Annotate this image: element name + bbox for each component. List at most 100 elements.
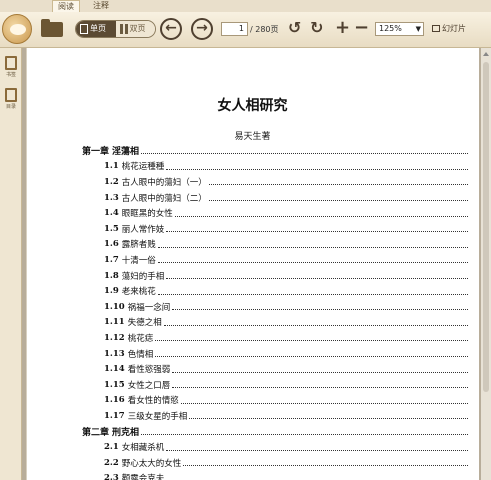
next-page-icon[interactable]: → bbox=[191, 18, 213, 40]
rotate-right-icon[interactable]: ↻ bbox=[310, 20, 323, 36]
toc-number: 1.11 bbox=[104, 317, 125, 328]
toc-section-row[interactable]: 2.2 野心太大的女性 bbox=[82, 455, 468, 471]
toc-leader-dots bbox=[174, 215, 468, 217]
sidebar-item-label: 目录 bbox=[5, 104, 16, 110]
toc-section-row[interactable]: 1.11 失德之相 bbox=[82, 315, 468, 331]
toc-number: 1.3 bbox=[104, 192, 119, 203]
toc-section-row[interactable]: 1.2 古人眼中的蕩妇（一） bbox=[82, 174, 468, 190]
toc-section-row[interactable]: 1.13 色情相 bbox=[82, 346, 468, 362]
toc-title: 古人眼中的蕩妇（一） bbox=[121, 177, 207, 188]
toc-section-row[interactable]: 1.7 十清一俗 bbox=[82, 252, 468, 268]
toc-title: 淫蕩相 bbox=[112, 147, 140, 158]
toc-leader-dots bbox=[183, 465, 468, 467]
toc-title: 桃花运種種 bbox=[121, 162, 165, 173]
double-page-icon bbox=[119, 24, 128, 34]
table-of-contents: 第一章 淫蕩相 1.1 桃花运種種 1.2 古人眼中的蕩妇（一） 1.3 古人眼中的蕩妇（二）… bbox=[82, 143, 468, 480]
chevron-down-icon: ▼ bbox=[415, 25, 421, 33]
tab-annotate[interactable]: 注释 bbox=[86, 0, 116, 12]
double-page-button[interactable]: 双页 bbox=[115, 21, 155, 37]
toc-section-row[interactable]: 1.10 祸福一念间 bbox=[82, 299, 468, 315]
toc-title: 蕩妇的手相 bbox=[121, 271, 165, 282]
zoom-value: 125% bbox=[379, 24, 402, 33]
toc-section-row[interactable]: 1.3 古人眼中的蕩妇（二） bbox=[82, 190, 468, 206]
toc-section-row[interactable]: 1.17 三级女星的手相 bbox=[82, 408, 468, 424]
toc-leader-dots bbox=[141, 153, 468, 155]
toc-section-row[interactable]: 1.8 蕩妇的手相 bbox=[82, 268, 468, 284]
toc-chapter-row[interactable]: 第一章 淫蕩相 bbox=[82, 143, 468, 159]
toc-leader-dots bbox=[208, 200, 468, 202]
toc-title: 十清一俗 bbox=[121, 255, 156, 266]
toc-section-row[interactable]: 1.5 丽人常作妓 bbox=[82, 221, 468, 237]
toc-section-row[interactable]: 1.9 老来桃花 bbox=[82, 283, 468, 299]
slideshow-label: 幻灯片 bbox=[442, 24, 466, 33]
toc-leader-dots bbox=[157, 246, 468, 248]
zoom-out-icon[interactable]: − bbox=[354, 19, 369, 37]
toc-title: 露脐者贱 bbox=[121, 240, 156, 251]
toc-leader-dots bbox=[189, 418, 468, 420]
toc-number: 第二章 bbox=[82, 427, 110, 438]
toc-title: 丽人常作妓 bbox=[121, 224, 165, 235]
zoom-in-icon[interactable]: + bbox=[335, 19, 350, 37]
toc-number: 1.1 bbox=[104, 161, 119, 172]
toc-title: 古人眼中的蕩妇（二） bbox=[121, 193, 207, 204]
toc-leader-dots bbox=[155, 356, 468, 358]
toc-leader-dots bbox=[141, 433, 468, 435]
toc-number: 1.4 bbox=[104, 208, 119, 219]
toc-section-row[interactable]: 1.12 桃花痣 bbox=[82, 330, 468, 346]
prev-page-icon[interactable]: ← bbox=[160, 18, 182, 40]
toc-section-row[interactable]: 2.1 女相藏杀机 bbox=[82, 439, 468, 455]
toc-leader-dots bbox=[166, 449, 468, 451]
toc-leader-dots bbox=[208, 184, 468, 186]
page-mode-toggle: 单页 双页 bbox=[75, 20, 156, 38]
tab-read[interactable]: 阅读 bbox=[52, 0, 80, 12]
rotate-left-icon[interactable]: ↺ bbox=[288, 20, 301, 36]
toc-number: 2.1 bbox=[104, 442, 119, 453]
toc-number: 1.8 bbox=[104, 270, 119, 281]
scroll-thumb[interactable] bbox=[483, 62, 489, 392]
sidebar-item-label: 书签 bbox=[5, 72, 16, 78]
toc-leader-dots bbox=[155, 340, 468, 342]
toc-section-row[interactable]: 1.1 桃花运種種 bbox=[82, 159, 468, 175]
toc-number: 1.14 bbox=[104, 364, 125, 375]
toc-title: 女相藏杀机 bbox=[121, 443, 165, 454]
toc-number: 第一章 bbox=[82, 147, 110, 158]
toc-section-row[interactable]: 1.4 眼眶黑的女性 bbox=[82, 205, 468, 221]
toc-leader-dots bbox=[163, 324, 468, 326]
single-page-button[interactable]: 单页 bbox=[76, 21, 116, 37]
folder-icon[interactable] bbox=[41, 19, 63, 37]
page-title: 女人相研究 bbox=[217, 98, 288, 114]
toc-number: 1.17 bbox=[104, 410, 125, 421]
toc-number: 1.6 bbox=[104, 239, 119, 250]
toc-section-row[interactable]: 1.6 露脐者贱 bbox=[82, 237, 468, 253]
toc-leader-dots bbox=[172, 309, 468, 311]
scroll-up-icon[interactable] bbox=[483, 52, 489, 56]
toc-leader-dots bbox=[172, 387, 468, 389]
toc-section-row[interactable]: 1.16 看女性的情慾 bbox=[82, 393, 468, 409]
sidebar-item-toc[interactable]: 目录 bbox=[2, 88, 20, 110]
toc-title: 桃花痣 bbox=[127, 333, 154, 344]
toc-title: 颧露会克夫 bbox=[121, 474, 165, 480]
toc-section-row[interactable]: 2.3 颧露会克夫 bbox=[82, 470, 468, 480]
toc-leader-dots bbox=[172, 371, 468, 373]
toc-number: 2.3 bbox=[104, 473, 119, 480]
toc-icon bbox=[5, 88, 17, 102]
toolbar: 单页 双页 ← → 1 / 280页 ↺ ↻ + − 125% ▼ 幻灯片 bbox=[0, 12, 491, 48]
toc-title: 失德之相 bbox=[127, 318, 162, 329]
toc-title: 看女性的情慾 bbox=[127, 396, 179, 407]
toc-chapter-row[interactable]: 第二章 刑克相 bbox=[82, 424, 468, 440]
slideshow-button[interactable]: 幻灯片 bbox=[432, 23, 466, 34]
toc-section-row[interactable]: 1.15 女性之口唇 bbox=[82, 377, 468, 393]
vertical-scrollbar[interactable] bbox=[481, 48, 491, 480]
toc-number: 1.5 bbox=[104, 223, 119, 234]
logo-icon[interactable] bbox=[2, 14, 32, 44]
toc-number: 1.16 bbox=[104, 395, 125, 406]
single-page-icon bbox=[80, 24, 88, 34]
toc-section-row[interactable]: 1.14 看性慾强弱 bbox=[82, 361, 468, 377]
zoom-select[interactable]: 125% ▼ bbox=[375, 22, 424, 36]
page-number-input[interactable]: 1 bbox=[221, 22, 248, 36]
double-page-label: 双页 bbox=[129, 24, 146, 33]
toc-title: 老来桃花 bbox=[121, 287, 156, 298]
toc-title: 祸福一念间 bbox=[127, 302, 171, 313]
toc-leader-dots bbox=[157, 293, 468, 295]
sidebar-item-bookmark[interactable]: 书签 bbox=[2, 56, 20, 78]
